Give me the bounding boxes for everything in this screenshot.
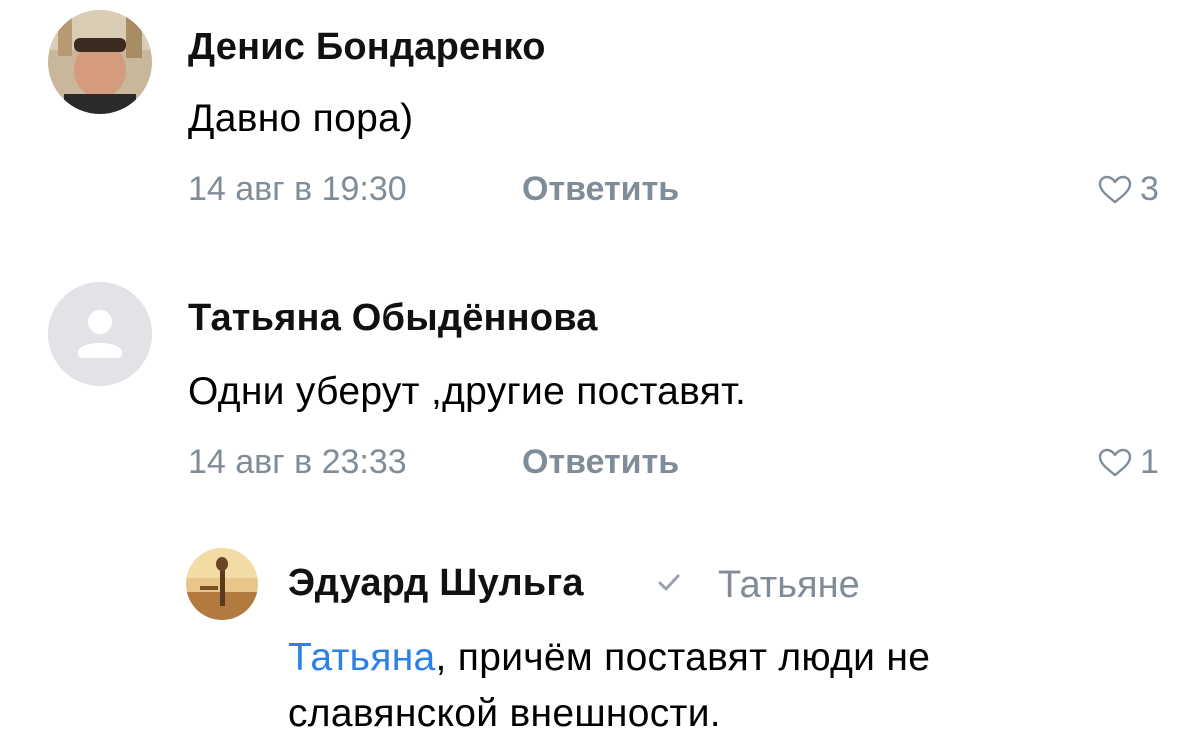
comment-date: 14 авг в 23:33 (188, 443, 407, 481)
comment-date: 14 авг в 19:30 (188, 170, 407, 208)
comment-author[interactable]: Денис Бондаренко (188, 26, 546, 69)
reply-button[interactable]: Ответить (522, 170, 679, 209)
heart-icon (1098, 175, 1132, 203)
avatar-denis[interactable] (48, 10, 152, 114)
comment-text: Одни уберут ,другие поставят. (188, 370, 747, 413)
like-button[interactable]: 3 (1098, 170, 1159, 209)
user-photo-avatar (186, 548, 258, 620)
avatar-eduard[interactable] (186, 548, 258, 620)
verified-check-icon (656, 572, 682, 599)
like-count: 3 (1140, 170, 1159, 208)
reply-text-rest: , причём поставят люди не (435, 636, 931, 679)
heart-icon (1098, 448, 1132, 476)
reply-text-line1: Татьяна, причём поставят люди не (288, 636, 930, 680)
reply-button[interactable]: Ответить (522, 443, 679, 482)
reply-to-label[interactable]: Татьяне (718, 564, 860, 607)
comment-text: Давно пора) (188, 97, 414, 140)
user-photo-avatar (48, 10, 152, 114)
like-count: 1 (1140, 443, 1159, 481)
avatar-tatyana[interactable] (48, 282, 152, 386)
comment-author[interactable]: Татьяна Обыдённова (188, 297, 598, 340)
user-placeholder-icon (48, 282, 152, 386)
mention-link[interactable]: Татьяна (288, 636, 436, 679)
reply-text-line2: славянской внешности. (288, 692, 721, 735)
like-button[interactable]: 1 (1098, 443, 1159, 482)
reply-author[interactable]: Эдуард Шульга (288, 562, 584, 605)
